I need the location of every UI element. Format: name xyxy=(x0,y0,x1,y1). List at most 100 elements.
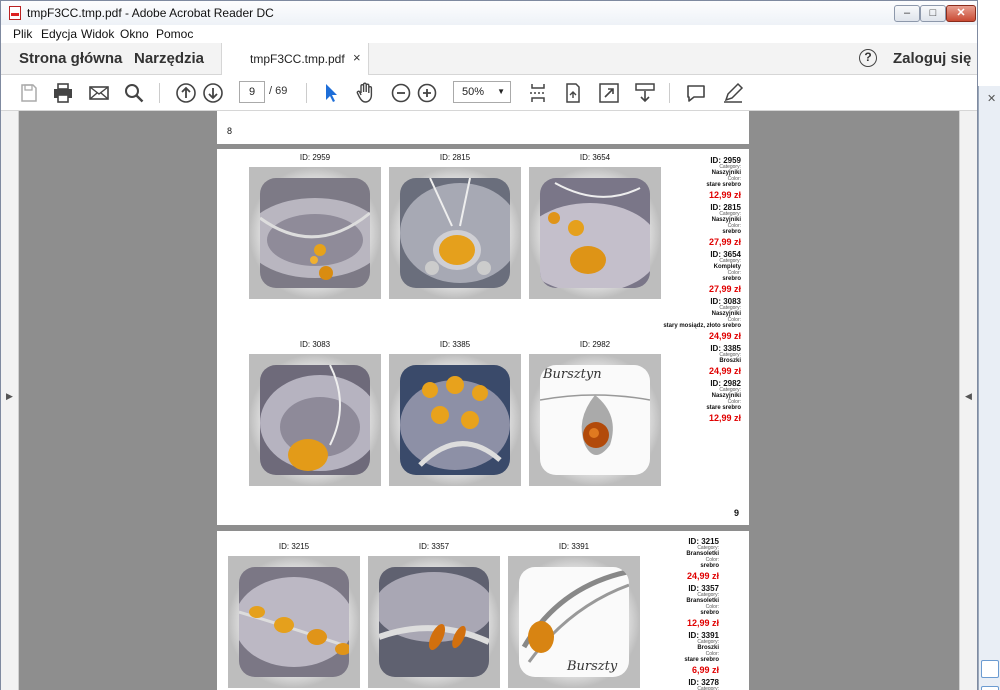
close-tab-icon[interactable]: × xyxy=(353,50,361,65)
product-id-label: ID: 2959 xyxy=(299,153,331,162)
product-photo-frame: Burszty xyxy=(508,556,640,688)
price: 24,99 zł xyxy=(708,366,741,376)
page-fit-icon[interactable] xyxy=(526,81,550,105)
watermark-text: Bursztyn xyxy=(543,367,602,382)
product-photo-frame xyxy=(249,167,381,299)
product-photo xyxy=(379,567,489,677)
window-title: tmpF3CC.tmp.pdf - Adobe Acrobat Reader D… xyxy=(27,6,274,20)
product-id-label: ID: 3385 xyxy=(439,340,471,349)
color-value: stare srebro xyxy=(706,405,741,411)
page-number-label: 8 xyxy=(227,126,233,136)
price: 6,99 zł xyxy=(691,665,719,675)
product-photo xyxy=(260,365,370,475)
rotate-page-icon[interactable] xyxy=(561,81,585,105)
zoom-out-icon[interactable] xyxy=(389,81,413,105)
product-photo-frame xyxy=(368,556,500,688)
zoom-in-icon[interactable] xyxy=(415,81,439,105)
product-info: ID: 3385 Category: Broszki 24,99 zł xyxy=(649,344,741,377)
product-photo xyxy=(239,567,349,677)
hand-tool-icon[interactable] xyxy=(353,81,377,105)
close-window-button[interactable]: ✕ xyxy=(946,5,976,22)
pen-icon[interactable] xyxy=(721,81,745,105)
pdf-app-icon xyxy=(9,6,21,20)
login-link[interactable]: Zaloguj się xyxy=(893,50,971,67)
product-id-label: ID: 2982 xyxy=(579,340,611,349)
menu-okno[interactable]: Okno xyxy=(120,27,149,41)
color-value: srebro xyxy=(722,276,741,282)
product-photo-frame xyxy=(249,354,381,486)
color-value: stare srebro xyxy=(706,182,741,188)
product-info: ID: 3278Category:Bransoletki xyxy=(627,678,719,690)
product-info: ID: 3083 Category: Naszyjniki Color: stary m… xyxy=(649,297,741,342)
toolbar-divider xyxy=(306,83,307,103)
product-info: ID: 2982 Category: Naszyjniki Color: stare s… xyxy=(649,379,741,424)
page-number-input[interactable]: 9 xyxy=(239,81,265,103)
color-value: srebro xyxy=(700,610,719,616)
tab-home[interactable]: Strona główna xyxy=(19,50,122,67)
page-number-label: 9 xyxy=(734,508,740,518)
menu-pomoc[interactable]: Pomoc xyxy=(156,27,193,41)
fullscreen-icon[interactable] xyxy=(597,81,621,105)
background-window: ✕ xyxy=(978,86,1000,690)
search-icon[interactable] xyxy=(122,81,146,105)
product-photo-frame xyxy=(529,167,661,299)
select-cursor-icon[interactable] xyxy=(319,81,343,105)
previous-page-icon[interactable] xyxy=(174,81,198,105)
product-info: ID: 3654 Category: Komplety Color: srebro 27,… xyxy=(649,250,741,295)
product-info: ID: 3357 Category: Bransoletki Color: srebro… xyxy=(627,584,719,629)
left-panel-handle[interactable]: ▶ xyxy=(1,111,19,690)
comment-icon[interactable] xyxy=(684,81,708,105)
product-info-column: ID: 2959 Category: Naszyjniki Color: stare s… xyxy=(649,156,741,426)
product-photo xyxy=(400,365,510,475)
product-id-label: ID: 3215 xyxy=(278,542,310,551)
chevron-right-icon: ▶ xyxy=(6,391,13,401)
toolbar-divider xyxy=(159,83,160,103)
chevron-left-icon: ◀ xyxy=(965,391,972,401)
product-photo-frame xyxy=(389,167,521,299)
product-id-label: ID: 3357 xyxy=(418,542,450,551)
maximize-button[interactable]: □ xyxy=(920,5,946,22)
price: 27,99 zł xyxy=(708,237,741,247)
desktop: ✕ tmpF3CC.tmp.pdf - Adobe Acrobat Reader… xyxy=(0,0,1000,690)
tab-document[interactable]: tmpF3CC.tmp.pdf × xyxy=(221,43,369,75)
menu-plik[interactable]: Plik xyxy=(13,27,32,41)
document-viewer[interactable]: ▶ ◀ 8 ID: 2959 ID: 2815 ID: 3654 ID: 3083 I… xyxy=(1,111,977,690)
product-photo-frame: Bursztyn xyxy=(529,354,661,486)
product-photo xyxy=(400,178,510,288)
product-id-label: ID: 3391 xyxy=(558,542,590,551)
product-photo: Bursztyn xyxy=(540,365,650,475)
minimize-button[interactable]: – xyxy=(894,5,920,22)
save-icon[interactable] xyxy=(17,81,41,105)
product-photo-frame xyxy=(389,354,521,486)
product-photo: Burszty xyxy=(519,567,629,677)
menu-edycja[interactable]: Edycja xyxy=(41,27,77,41)
price: 24,99 zł xyxy=(686,571,719,581)
product-id-label: ID: 3654 xyxy=(579,153,611,162)
print-icon[interactable] xyxy=(51,81,75,105)
price: 24,99 zł xyxy=(708,331,741,341)
title-bar: tmpF3CC.tmp.pdf - Adobe Acrobat Reader D… xyxy=(1,1,977,25)
tab-bar: Strona główna Narzędzia tmpF3CC.tmp.pdf … xyxy=(1,43,977,75)
menu-bar: Plik Edycja Widok Okno Pomoc xyxy=(1,25,977,43)
tab-tools[interactable]: Narzędzia xyxy=(134,50,204,67)
pdf-page-9: ID: 2959 ID: 2815 ID: 3654 ID: 3083 ID: 338… xyxy=(217,149,749,525)
product-id-label: ID: 3083 xyxy=(299,340,331,349)
tab-document-label: tmpF3CC.tmp.pdf xyxy=(250,52,345,66)
product-photo xyxy=(540,178,650,288)
scroll-mode-icon[interactable] xyxy=(633,81,657,105)
zoom-value: 50% xyxy=(462,86,485,98)
price: 27,99 zł xyxy=(708,284,741,294)
next-page-icon[interactable] xyxy=(201,81,225,105)
background-button xyxy=(981,686,999,690)
background-close-icon: ✕ xyxy=(987,93,997,105)
product-info: ID: 3215 Category: Bransoletki Color: srebro… xyxy=(627,537,719,582)
right-panel-handle[interactable]: ◀ xyxy=(959,111,977,690)
color-value: srebro xyxy=(700,563,719,569)
help-icon[interactable]: ? xyxy=(859,49,877,67)
zoom-select[interactable]: 50% ▼ xyxy=(453,81,511,103)
menu-widok[interactable]: Widok xyxy=(81,27,114,41)
product-id-label: ID: 2815 xyxy=(439,153,471,162)
email-icon[interactable] xyxy=(87,81,111,105)
color-value: stary mosiądz, złoto srebro xyxy=(663,323,741,329)
toolbar: 9 / 69 50% ▼ xyxy=(1,75,977,111)
